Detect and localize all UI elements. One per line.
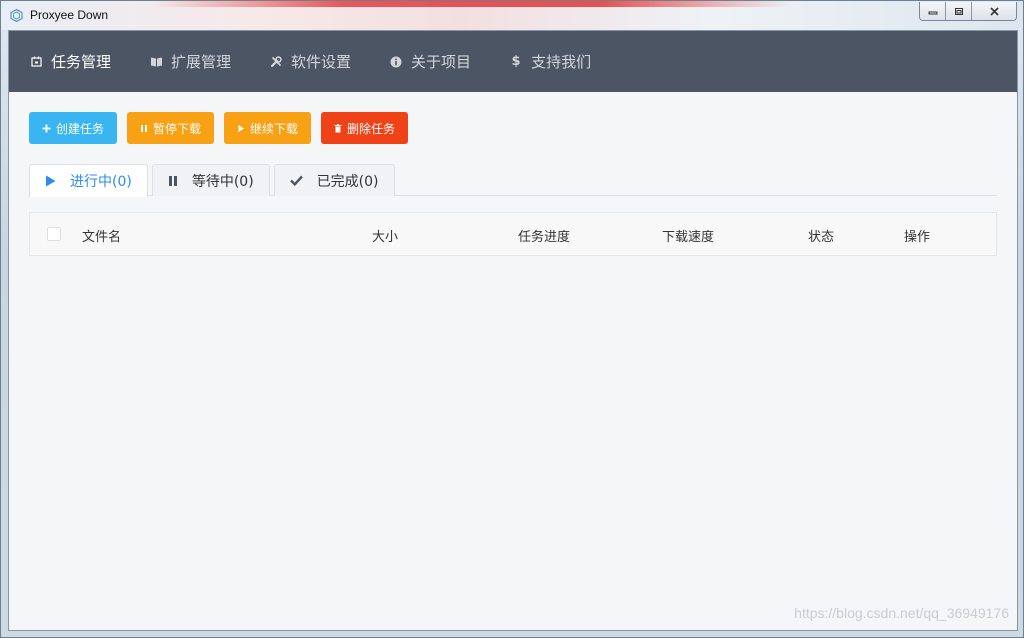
dollar-icon: $ bbox=[511, 54, 521, 69]
tab-waiting[interactable]: 等待中(0) bbox=[151, 164, 270, 196]
top-navbar: 任务管理 扩展管理 软件设置 关于项目 $ 支持我们 bbox=[9, 31, 1017, 92]
column-header-progress[interactable]: 任务进度 bbox=[518, 226, 570, 245]
nav-item-label: 软件设置 bbox=[291, 53, 352, 71]
window-controls bbox=[919, 2, 1017, 21]
tab-label: 进行中(0) bbox=[70, 174, 132, 190]
minimize-button[interactable] bbox=[920, 2, 946, 20]
tab-label: 已完成(0) bbox=[316, 173, 379, 190]
pause-icon bbox=[140, 124, 148, 133]
window-title: Proxyee Down bbox=[30, 8, 109, 22]
create-task-button[interactable]: 创建任务 bbox=[29, 112, 118, 144]
pause-download-label: 暂停下载 bbox=[153, 121, 202, 136]
action-toolbar: 创建任务 暂停下载 继续下载 删除任务 bbox=[29, 112, 418, 144]
tab-in-progress[interactable]: 进行中(0) bbox=[29, 164, 148, 197]
nav-item-support[interactable]: $ 支持我们 bbox=[509, 31, 592, 92]
task-icon bbox=[29, 55, 43, 69]
nav-item-task-management[interactable]: 任务管理 bbox=[29, 31, 111, 92]
delete-task-label: 删除任务 bbox=[347, 121, 396, 136]
column-header-speed[interactable]: 下载速度 bbox=[662, 226, 714, 245]
close-icon bbox=[989, 6, 999, 16]
resume-download-label: 继续下载 bbox=[250, 121, 299, 136]
resume-download-button[interactable]: 继续下载 bbox=[224, 112, 312, 144]
nav-item-about[interactable]: 关于项目 bbox=[389, 31, 471, 92]
nav-item-settings[interactable]: 软件设置 bbox=[269, 31, 351, 92]
client-area: 任务管理 扩展管理 软件设置 关于项目 $ 支持我们 创建任务 暂停下载 继续下… bbox=[8, 30, 1018, 631]
column-header-size[interactable]: 大小 bbox=[372, 226, 398, 245]
select-all-checkbox[interactable] bbox=[47, 227, 61, 241]
title-bar-glow bbox=[151, 1, 791, 7]
check-icon bbox=[289, 175, 303, 186]
title-bar[interactable]: Proxyee Down bbox=[1, 1, 1023, 30]
nav-item-label: 关于项目 bbox=[411, 53, 472, 71]
tab-label: 等待中(0) bbox=[191, 173, 254, 190]
column-header-status[interactable]: 状态 bbox=[808, 226, 834, 245]
tab-completed[interactable]: 已完成(0) bbox=[273, 164, 395, 196]
nav-item-label: 扩展管理 bbox=[171, 53, 232, 71]
watermark-text: https://blog.csdn.net/qq_36949176 bbox=[794, 605, 1009, 621]
nav-item-label: 支持我们 bbox=[531, 53, 592, 71]
minimize-icon bbox=[928, 11, 937, 15]
column-header-actions[interactable]: 操作 bbox=[904, 226, 930, 245]
play-icon bbox=[45, 175, 56, 187]
pause-download-button[interactable]: 暂停下载 bbox=[127, 112, 215, 144]
app-logo-icon bbox=[10, 9, 23, 22]
task-status-tabs: 进行中(0) 等待中(0) 已完成(0) bbox=[29, 164, 997, 197]
tools-icon bbox=[269, 55, 283, 69]
play-icon bbox=[237, 124, 245, 133]
pause-icon bbox=[168, 175, 178, 187]
nav-item-label: 任务管理 bbox=[51, 53, 112, 71]
app-window: Proxyee Down 任务管理 扩展管理 软件设置 关于项目 $ 支持我们 … bbox=[0, 0, 1024, 638]
column-header-filename[interactable]: 文件名 bbox=[82, 226, 121, 245]
nav-item-extensions[interactable]: 扩展管理 bbox=[149, 31, 231, 92]
trash-icon bbox=[334, 123, 342, 133]
restore-icon bbox=[954, 7, 963, 15]
restore-button[interactable] bbox=[946, 2, 972, 20]
close-button[interactable] bbox=[972, 2, 1016, 20]
plus-icon bbox=[42, 124, 51, 133]
info-icon bbox=[389, 55, 403, 69]
delete-task-button[interactable]: 删除任务 bbox=[321, 112, 409, 144]
task-table-header: 文件名 大小 任务进度 下载速度 状态 操作 bbox=[29, 212, 997, 256]
book-icon bbox=[149, 55, 163, 69]
create-task-label: 创建任务 bbox=[56, 121, 105, 136]
